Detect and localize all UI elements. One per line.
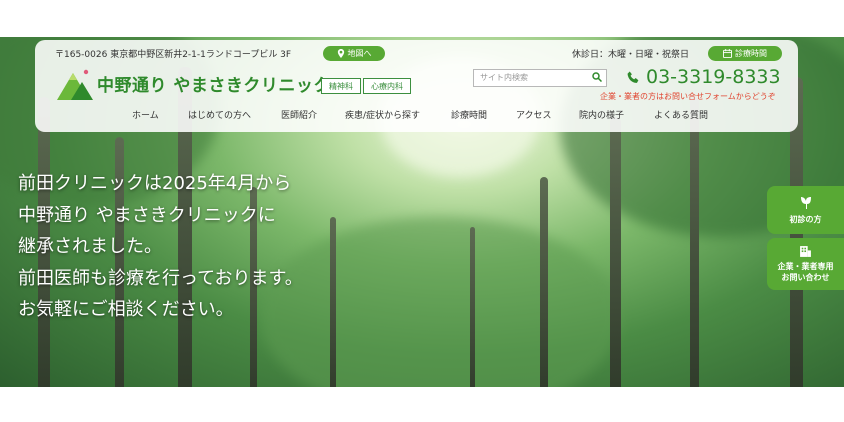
- corporate-contact-button[interactable]: 企業・業者専用 お問い合わせ: [767, 238, 844, 290]
- search-input[interactable]: サイト内検索: [473, 69, 607, 87]
- hero-line-1: 前田クリニックは2025年4月から: [18, 173, 292, 194]
- hero-line-4: 前田医師も診療を行っております。: [18, 267, 303, 289]
- nav-symptoms[interactable]: 疾患/症状から探す: [345, 108, 420, 121]
- phone-number[interactable]: 03-3319-8333: [627, 66, 781, 88]
- map-button-label: 地図へ: [347, 49, 372, 58]
- nav-first-visit[interactable]: はじめての方へ: [188, 108, 251, 121]
- main-nav: ホーム はじめての方へ 医師紹介 疾患/症状から探す 診療時間 アクセス 院内の…: [35, 108, 798, 122]
- hours-button-label: 診療時間: [735, 49, 767, 58]
- hours-button[interactable]: 診療時間: [708, 46, 782, 61]
- corporate-notice[interactable]: 企業・業者の方はお問い合せフォームからどうぞ: [600, 91, 776, 102]
- first-visit-label: 初診の方: [789, 214, 822, 224]
- phone-text: 03-3319-8333: [646, 66, 781, 88]
- nav-clinic-interior[interactable]: 院内の様子: [579, 108, 624, 121]
- map-pin-icon: [337, 49, 344, 58]
- nav-access[interactable]: アクセス: [516, 108, 552, 121]
- hero-message: 前田クリニックは2025年4月から 中野通り やまさきクリニックに 継承されまし…: [18, 168, 303, 326]
- site-header: 〒165-0026 東京都中野区新井2-1-1ランドコープビル 3F 地図へ 中…: [35, 40, 798, 132]
- hero-line-2: 中野通り やまさきクリニックに: [18, 204, 276, 226]
- clinic-address: 〒165-0026 東京都中野区新井2-1-1ランドコープビル 3F: [55, 50, 292, 60]
- nav-home[interactable]: ホーム: [132, 108, 159, 121]
- building-icon: [800, 246, 811, 257]
- closed-days: 休診日：木曜・日曜・祝祭日: [572, 50, 690, 60]
- badge-psychiatry: 精神科: [321, 78, 361, 94]
- corporate-label-1: 企業・業者専用: [777, 262, 834, 271]
- clinic-name[interactable]: 中野通り やまさきクリニック: [97, 71, 331, 96]
- hero-line-5: お気軽にご相談ください。: [18, 299, 234, 320]
- hero-line-3: 継承されました。: [18, 236, 162, 257]
- leaf-icon: [800, 196, 811, 209]
- map-button[interactable]: 地図へ: [323, 46, 385, 61]
- badge-psychosomatic: 心療内科: [363, 78, 411, 94]
- nav-doctors[interactable]: 医師紹介: [281, 108, 317, 121]
- phone-icon: [627, 71, 639, 83]
- nav-hours[interactable]: 診療時間: [451, 108, 487, 121]
- corporate-label-2: お問い合わせ: [781, 273, 830, 282]
- search-icon[interactable]: [592, 72, 602, 82]
- first-visit-button[interactable]: 初診の方: [767, 186, 844, 234]
- calendar-icon: [723, 49, 732, 58]
- logo-mountain-icon[interactable]: [55, 67, 95, 101]
- nav-faq[interactable]: よくある質問: [654, 108, 708, 121]
- search-placeholder: サイト内検索: [480, 73, 528, 82]
